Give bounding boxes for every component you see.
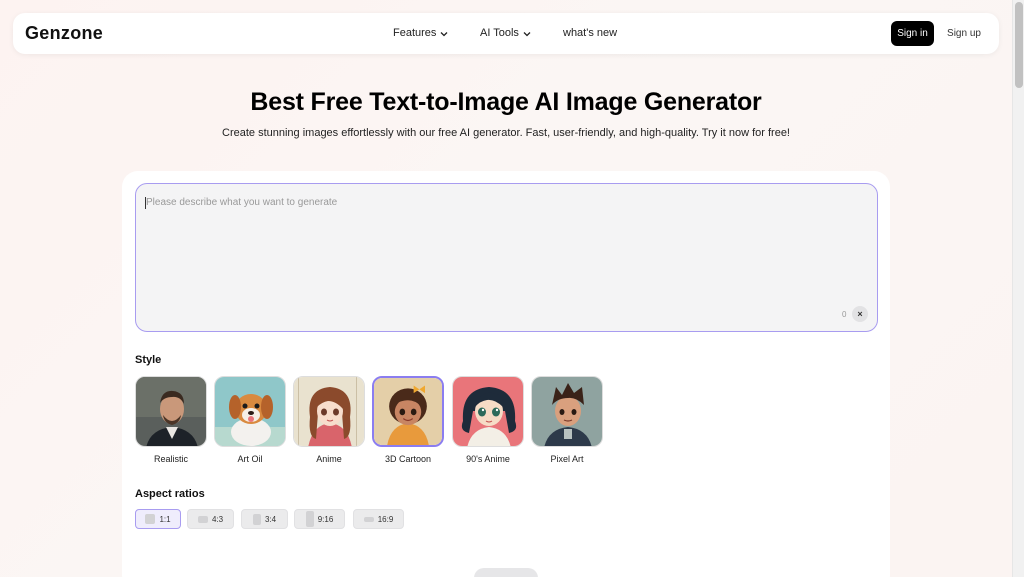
sign-in-button[interactable]: Sign in bbox=[891, 21, 934, 46]
aspect-ratio-label: 9:16 bbox=[317, 514, 334, 524]
style-option-anime[interactable]: Anime bbox=[293, 376, 365, 464]
style-label: 3D Cartoon bbox=[384, 454, 432, 464]
aspect-ratio-1-1[interactable]: 1:1 bbox=[135, 509, 181, 529]
aspect-ratios-heading: Aspect ratios bbox=[135, 488, 205, 500]
char-counter: 0 bbox=[842, 310, 847, 319]
landscape-ratio-icon bbox=[197, 515, 208, 523]
portrait-ratio-icon bbox=[252, 513, 261, 525]
generator-card: Please describe what you want to generat… bbox=[122, 171, 890, 577]
style-thumbnail bbox=[293, 376, 365, 447]
style-option-art-oil[interactable]: Art Oil bbox=[214, 376, 286, 464]
style-thumbnail bbox=[135, 376, 207, 447]
aspect-ratio-label: 16:9 bbox=[377, 514, 394, 524]
aspect-ratio-3-4[interactable]: 3:4 bbox=[241, 509, 288, 529]
nav-whats-new[interactable]: what's new bbox=[563, 27, 617, 39]
sign-up-button[interactable]: Sign up bbox=[943, 21, 985, 46]
close-icon[interactable]: × bbox=[852, 306, 868, 322]
nav-whats-new-label: what's new bbox=[563, 27, 618, 39]
square-ratio-icon bbox=[145, 514, 156, 524]
aspect-ratio-16-9[interactable]: 16:9 bbox=[353, 509, 404, 529]
style-option-90s-anime[interactable]: 90's Anime bbox=[452, 376, 524, 464]
scrollbar-thumb[interactable] bbox=[1015, 2, 1023, 88]
aspect-ratio-label: 3:4 bbox=[264, 514, 277, 524]
nav-features[interactable]: Features bbox=[393, 27, 448, 39]
wide-ratio-icon bbox=[363, 516, 374, 522]
style-label: Art Oil bbox=[237, 454, 263, 464]
top-navbar: Genzone Features AI Tools what's new Sig… bbox=[13, 13, 999, 54]
style-label: Realistic bbox=[153, 454, 188, 464]
generate-button[interactable] bbox=[474, 568, 538, 577]
style-thumbnail bbox=[452, 376, 524, 447]
chevron-down-icon bbox=[440, 30, 448, 39]
style-option-realistic[interactable]: Realistic bbox=[135, 376, 207, 464]
page-title: Best Free Text-to-Image AI Image Generat… bbox=[250, 88, 762, 116]
aspect-ratio-label: 4:3 bbox=[211, 514, 224, 524]
tall-portrait-ratio-icon bbox=[305, 511, 314, 527]
chevron-down-icon bbox=[523, 30, 531, 39]
nav-features-label: Features bbox=[393, 27, 437, 39]
nav-ai-tools[interactable]: AI Tools bbox=[480, 27, 531, 39]
style-thumbnail bbox=[531, 376, 603, 447]
prompt-input[interactable]: Please describe what you want to generat… bbox=[135, 183, 878, 332]
aspect-ratio-9-16[interactable]: 9:16 bbox=[294, 509, 345, 529]
style-thumbnail bbox=[214, 376, 286, 447]
prompt-placeholder: Please describe what you want to generat… bbox=[146, 197, 338, 208]
page-scrollbar[interactable] bbox=[1012, 0, 1024, 577]
style-thumbnail bbox=[372, 376, 444, 447]
style-option-pixel-art[interactable]: Pixel Art bbox=[531, 376, 603, 464]
style-label: 90's Anime bbox=[466, 454, 510, 464]
aspect-ratio-label: 1:1 bbox=[159, 514, 171, 524]
nav-ai-tools-label: AI Tools bbox=[480, 27, 519, 39]
logo[interactable]: Genzone bbox=[25, 23, 103, 44]
style-label: Pixel Art bbox=[550, 454, 584, 464]
aspect-ratio-4-3[interactable]: 4:3 bbox=[187, 509, 234, 529]
style-option-3d-cartoon[interactable]: 3D Cartoon bbox=[372, 376, 444, 464]
style-label: Anime bbox=[316, 454, 342, 464]
style-heading: Style bbox=[135, 354, 162, 366]
page-subtitle: Create stunning images effortlessly with… bbox=[222, 127, 790, 139]
